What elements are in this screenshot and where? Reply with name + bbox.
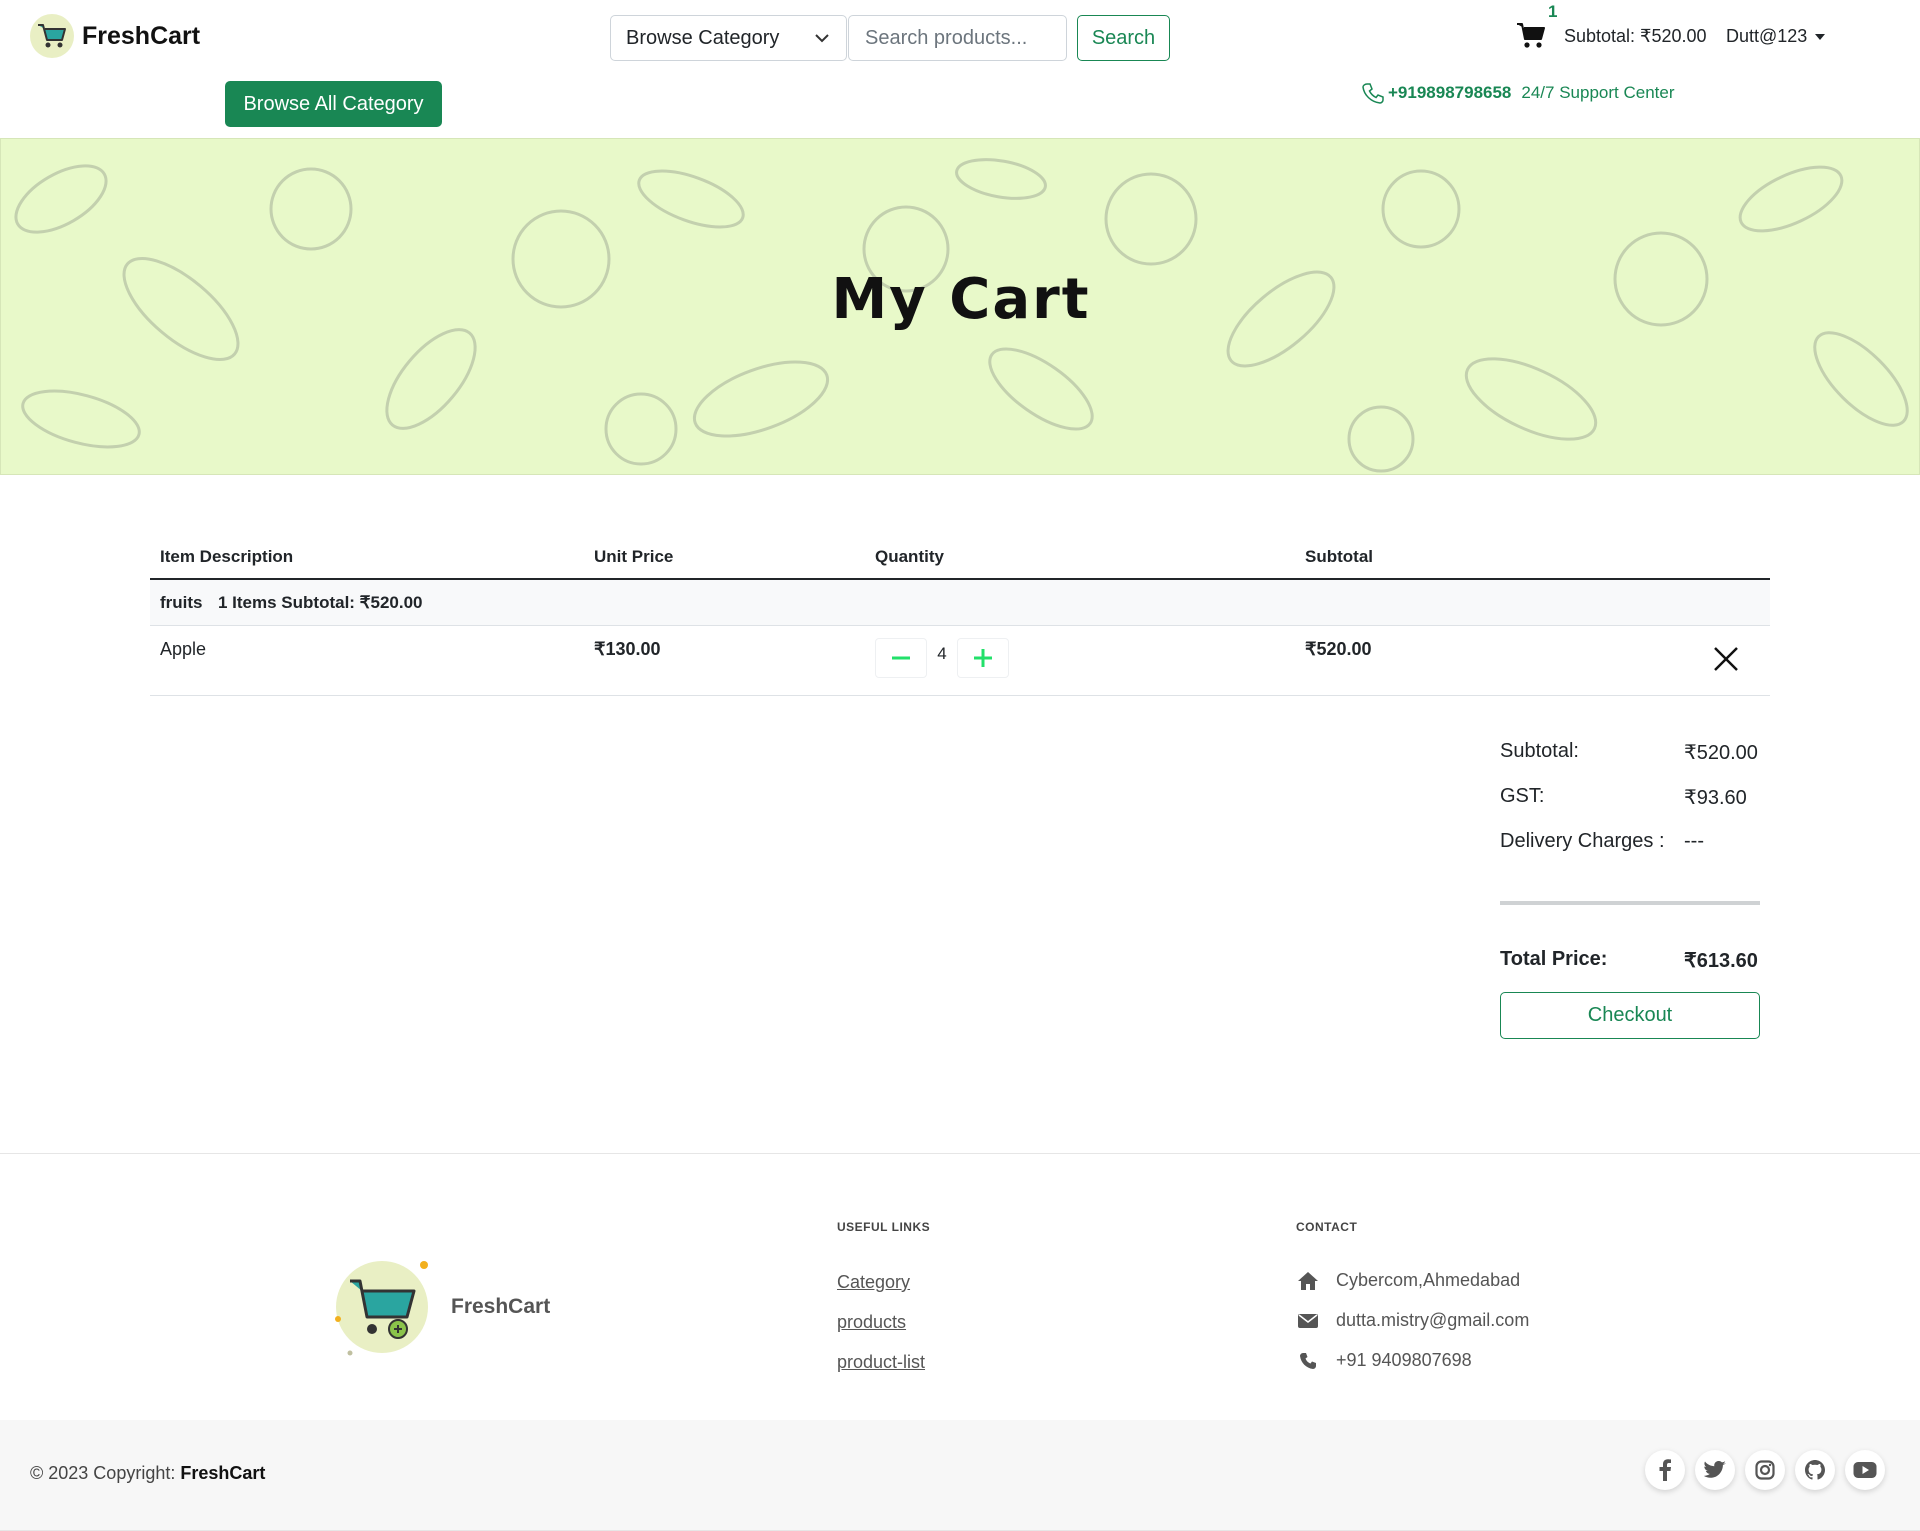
item-name: Apple <box>160 639 207 659</box>
instagram-icon[interactable] <box>1745 1450 1785 1490</box>
twitter-icon[interactable] <box>1695 1450 1735 1490</box>
contact-address-text: Cybercom,Ahmedabad <box>1336 1270 1521 1290</box>
user-name: Dutt@123 <box>1726 26 1808 46</box>
total-price-value: ₹613.60 <box>1684 950 1758 972</box>
user-menu-dropdown[interactable]: Dutt@123 <box>1726 26 1826 47</box>
table-row: Apple ₹130.00 4 ₹520.00 <box>150 626 1770 696</box>
plus-icon <box>974 649 992 667</box>
contact-email-text[interactable]: dutta.mistry@gmail.com <box>1336 1310 1529 1331</box>
total-price-row: Total Price: ₹613.60 <box>1500 948 1760 972</box>
caret-down-icon <box>1815 33 1826 40</box>
category-select[interactable]: Browse Category <box>610 15 847 61</box>
browse-all-category-button[interactable]: Browse All Category <box>225 81 442 127</box>
shopping-cart-icon[interactable] <box>1516 22 1546 50</box>
site-footer: FreshCart USEFUL LINKS Category products… <box>0 1153 1920 1420</box>
search-button[interactable]: Search <box>1077 15 1170 61</box>
useful-links-heading: USEFUL LINKS <box>837 1220 931 1234</box>
total-price-label: Total Price: <box>1500 948 1608 970</box>
increase-quantity-button[interactable] <box>957 638 1009 678</box>
site-header: FreshCart Browse Category Search 1 Subto… <box>0 0 1920 138</box>
minus-icon <box>892 656 910 660</box>
summary-gst-value: ₹93.60 <box>1684 787 1747 809</box>
cart-logo-icon <box>30 14 74 58</box>
support-contact: +919898798658 24/7 Support Center <box>1362 82 1675 104</box>
contact-heading: CONTACT <box>1296 1220 1358 1234</box>
category-name: fruits <box>160 593 203 612</box>
footer-link-products[interactable]: products <box>837 1312 906 1333</box>
remove-item-close-icon[interactable] <box>1713 646 1739 672</box>
page-title: My Cart <box>831 267 1091 332</box>
home-icon <box>1296 1271 1320 1291</box>
footer-brand-name: FreshCart <box>451 1295 551 1318</box>
quantity-value[interactable]: 4 <box>930 644 954 664</box>
summary-gst-label: GST: <box>1500 785 1545 807</box>
chevron-down-icon <box>815 34 829 43</box>
contact-phone: +91 9409807698 <box>1296 1350 1472 1371</box>
summary-gst-row: GST: ₹93.60 <box>1500 785 1760 830</box>
footer-cart-logo-icon <box>335 1261 428 1356</box>
column-header-quantity: Quantity <box>875 547 944 566</box>
quantity-stepper: 4 <box>875 638 1009 678</box>
phone-icon <box>1362 83 1384 104</box>
summary-delivery-label: Delivery Charges : <box>1500 830 1665 852</box>
category-select-value: Browse Category <box>626 26 780 49</box>
checkout-button[interactable]: Checkout <box>1500 992 1760 1039</box>
contact-phone-text[interactable]: +91 9409807698 <box>1336 1350 1472 1371</box>
github-icon[interactable] <box>1795 1450 1835 1490</box>
summary-subtotal-row: Subtotal: ₹520.00 <box>1500 740 1760 785</box>
category-group-row: fruits 1 Items Subtotal: ₹520.00 <box>150 580 1770 626</box>
copyright-text: © 2023 Copyright: FreshCart <box>30 1463 265 1484</box>
header-subtotal: Subtotal: ₹520.00 <box>1564 26 1707 46</box>
phone-icon <box>1296 1352 1320 1370</box>
summary-subtotal-value: ₹520.00 <box>1684 742 1758 764</box>
table-header: Item Description Unit Price Quantity Sub… <box>150 537 1770 580</box>
decrease-quantity-button[interactable] <box>875 638 927 678</box>
column-header-item: Item Description <box>160 547 294 566</box>
search-input[interactable] <box>848 15 1067 61</box>
contact-address: Cybercom,Ahmedabad <box>1296 1270 1520 1291</box>
brand-name: FreshCart <box>82 21 201 50</box>
support-center-label: 24/7 Support Center <box>1521 83 1675 102</box>
envelope-icon <box>1296 1313 1320 1329</box>
summary-subtotal-label: Subtotal: <box>1500 740 1579 762</box>
order-summary: Subtotal: ₹520.00 GST: ₹93.60 Delivery C… <box>1500 740 1760 875</box>
page-banner: My Cart <box>0 138 1920 475</box>
summary-delivery-value: --- <box>1684 830 1704 852</box>
column-header-unit-price: Unit Price <box>594 547 674 566</box>
cart-count-badge: 1 <box>1548 2 1558 21</box>
item-unit-price: ₹130.00 <box>594 639 661 659</box>
contact-email: dutta.mistry@gmail.com <box>1296 1310 1529 1331</box>
copyright-prefix: © 2023 Copyright: <box>30 1463 176 1483</box>
copyright-brand[interactable]: FreshCart <box>180 1463 265 1483</box>
footer-link-product-list[interactable]: product-list <box>837 1352 925 1373</box>
copyright-bar: © 2023 Copyright: FreshCart <box>0 1420 1920 1531</box>
summary-divider <box>1500 901 1760 905</box>
brand-logo[interactable]: FreshCart <box>30 14 200 58</box>
column-header-subtotal: Subtotal <box>1305 547 1373 566</box>
summary-delivery-row: Delivery Charges : --- <box>1500 830 1760 875</box>
youtube-icon[interactable] <box>1845 1450 1885 1490</box>
category-summary: 1 Items Subtotal: ₹520.00 <box>218 593 423 612</box>
item-subtotal: ₹520.00 <box>1305 639 1372 659</box>
support-phone[interactable]: +919898798658 <box>1388 83 1511 103</box>
cart-table: Item Description Unit Price Quantity Sub… <box>150 537 1770 696</box>
footer-link-category[interactable]: Category <box>837 1272 910 1293</box>
facebook-icon[interactable] <box>1645 1450 1685 1490</box>
